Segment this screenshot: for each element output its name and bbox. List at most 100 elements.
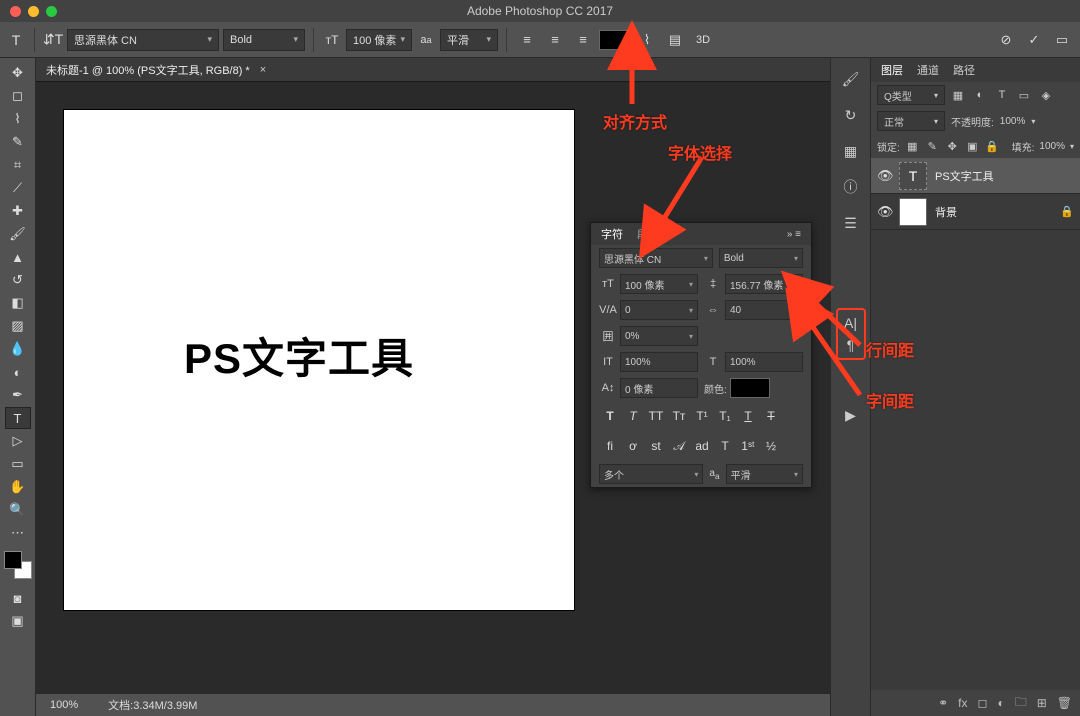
type-tool[interactable]: T	[5, 407, 31, 429]
cancel-edit-button[interactable]: ⊘	[994, 28, 1018, 52]
stamp-tool[interactable]: ▲	[5, 246, 31, 268]
underline-button[interactable]: T	[739, 407, 757, 425]
move-tool[interactable]: ✥	[5, 62, 31, 84]
tab-character[interactable]: 字符	[601, 226, 623, 242]
italic-button[interactable]: T	[624, 407, 642, 425]
char-font-family[interactable]: 思源黑体 CN▾	[599, 248, 713, 268]
brush-tool[interactable]: 🖌	[5, 223, 31, 245]
layer-thumbnail[interactable]	[899, 198, 927, 226]
orientation-toggle-icon[interactable]: ⇵T	[43, 30, 63, 50]
filter-shape-icon[interactable]: ▭	[1015, 86, 1033, 104]
fractions-button[interactable]: ½	[762, 437, 780, 455]
crop-tool[interactable]: ⌗	[5, 154, 31, 176]
lock-artboard-icon[interactable]: ▣	[965, 140, 980, 153]
properties-panel-icon[interactable]: ☰	[840, 212, 862, 234]
strike-button[interactable]: T	[762, 407, 780, 425]
font-family-select[interactable]: 思源黑体 CN▾	[67, 29, 219, 51]
align-center-button[interactable]: ≡	[543, 28, 567, 52]
ordinals-button[interactable]: 1ˢᵗ	[739, 437, 757, 455]
commit-edit-button[interactable]: ✓	[1022, 28, 1046, 52]
close-tab-icon[interactable]: ×	[260, 64, 266, 76]
blur-tool[interactable]: 💧	[5, 338, 31, 360]
dodge-tool[interactable]: ◐	[5, 361, 31, 383]
layer-fx-icon[interactable]: fx	[958, 696, 967, 710]
discretionary-button[interactable]: st	[647, 437, 665, 455]
pen-tool[interactable]: ✒	[5, 384, 31, 406]
link-layers-icon[interactable]: ⚭	[938, 696, 948, 710]
tab-channels[interactable]: 通道	[917, 62, 939, 78]
lock-pixels-icon[interactable]: ✎	[925, 140, 940, 153]
filter-type-icon[interactable]: T	[993, 86, 1011, 104]
align-left-button[interactable]: ≡	[515, 28, 539, 52]
opacity-value[interactable]: 100%	[1000, 116, 1026, 127]
adjustment-layer-icon[interactable]: ◐	[997, 696, 1004, 710]
path-select-tool[interactable]: ▷	[5, 430, 31, 452]
maximize-window-button[interactable]	[46, 6, 57, 17]
text-layer-content[interactable]: PS文字工具	[184, 325, 414, 386]
quick-select-tool[interactable]: ✎	[5, 131, 31, 153]
zoom-level[interactable]: 100%	[50, 699, 78, 711]
workspace-panel-button[interactable]: ▭	[1050, 28, 1074, 52]
layer-name[interactable]: PS文字工具	[935, 168, 1074, 184]
gradient-tool[interactable]: ▨	[5, 315, 31, 337]
close-window-button[interactable]	[10, 6, 21, 17]
screen-mode-button[interactable]: ▣	[5, 610, 31, 632]
warp-text-button[interactable]: ⌇	[635, 28, 659, 52]
char-hscale[interactable]: 100%	[725, 352, 803, 372]
layer-name[interactable]: 背景	[935, 204, 1052, 220]
blend-mode-select[interactable]: 正常▾	[877, 111, 945, 131]
character-panel-button[interactable]: ▤	[663, 28, 687, 52]
layer-filter-select[interactable]: Q类型▾	[877, 85, 945, 105]
layer-mask-icon[interactable]: ◻	[977, 696, 987, 710]
lock-transparency-icon[interactable]: ▦	[905, 140, 920, 153]
tab-layers[interactable]: 图层	[881, 62, 903, 78]
new-layer-icon[interactable]: ⊞	[1037, 696, 1047, 710]
info-panel-icon[interactable]: ⓘ	[840, 176, 862, 198]
visibility-icon[interactable]: 👁	[877, 204, 891, 220]
document-tab[interactable]: 未标题-1 @ 100% (PS文字工具, RGB/8) * ×	[36, 58, 830, 82]
filter-smart-icon[interactable]: ◈	[1037, 86, 1055, 104]
history-brush-tool[interactable]: ↺	[5, 269, 31, 291]
align-right-button[interactable]: ≡	[571, 28, 595, 52]
eyedropper-tool[interactable]: ⟋	[5, 177, 31, 199]
font-weight-select[interactable]: Bold▾	[223, 29, 305, 51]
text-color-swatch[interactable]	[599, 30, 631, 50]
swatches-panel-icon[interactable]: ▦	[840, 140, 862, 162]
tab-paths[interactable]: 路径	[953, 62, 975, 78]
char-antialias[interactable]: 平滑▾	[726, 464, 803, 484]
bold-button[interactable]: T	[601, 407, 619, 425]
ligatures-button[interactable]: fi	[601, 437, 619, 455]
lasso-tool[interactable]: ⌇	[5, 108, 31, 130]
visibility-icon[interactable]: 👁	[877, 168, 891, 184]
char-tsume[interactable]: 0%▾	[620, 326, 698, 346]
char-language[interactable]: 多个▾	[599, 464, 703, 484]
char-font-size[interactable]: 100 像素▾	[620, 274, 698, 294]
3d-button[interactable]: 3D	[691, 28, 715, 52]
marquee-tool[interactable]: ◻	[5, 85, 31, 107]
minimize-window-button[interactable]	[28, 6, 39, 17]
titling-button[interactable]: T	[716, 437, 734, 455]
tab-paragraph[interactable]: 段落	[637, 226, 659, 242]
play-panel-icon[interactable]: ▶	[840, 404, 862, 426]
allcaps-button[interactable]: TT	[647, 407, 665, 425]
history-panel-icon[interactable]: ↻	[840, 104, 862, 126]
char-baseline[interactable]: 0 像素	[620, 378, 698, 398]
rectangle-tool[interactable]: ▭	[5, 453, 31, 475]
filter-pixel-icon[interactable]: ▦	[949, 86, 967, 104]
character-panel-icon[interactable]: A|	[840, 312, 862, 334]
swash-button[interactable]: 𝒜	[670, 437, 688, 455]
lock-position-icon[interactable]: ✥	[945, 140, 960, 153]
char-leading[interactable]: 156.77 像素▾	[725, 274, 803, 294]
filter-adjust-icon[interactable]: ◐	[971, 86, 989, 104]
eraser-tool[interactable]: ◧	[5, 292, 31, 314]
char-kerning[interactable]: 0▾	[620, 300, 698, 320]
antialias-select[interactable]: 平滑▾	[440, 29, 498, 51]
contextual-button[interactable]: ơ	[624, 437, 642, 455]
stylistic-button[interactable]: ad	[693, 437, 711, 455]
layer-thumbnail-text[interactable]: T	[899, 162, 927, 190]
char-font-weight[interactable]: Bold▾	[719, 248, 803, 268]
lock-all-icon[interactable]: 🔒	[985, 140, 1000, 153]
char-color-swatch[interactable]	[730, 378, 770, 398]
canvas[interactable]: PS文字工具	[64, 110, 574, 610]
superscript-button[interactable]: T¹	[693, 407, 711, 425]
